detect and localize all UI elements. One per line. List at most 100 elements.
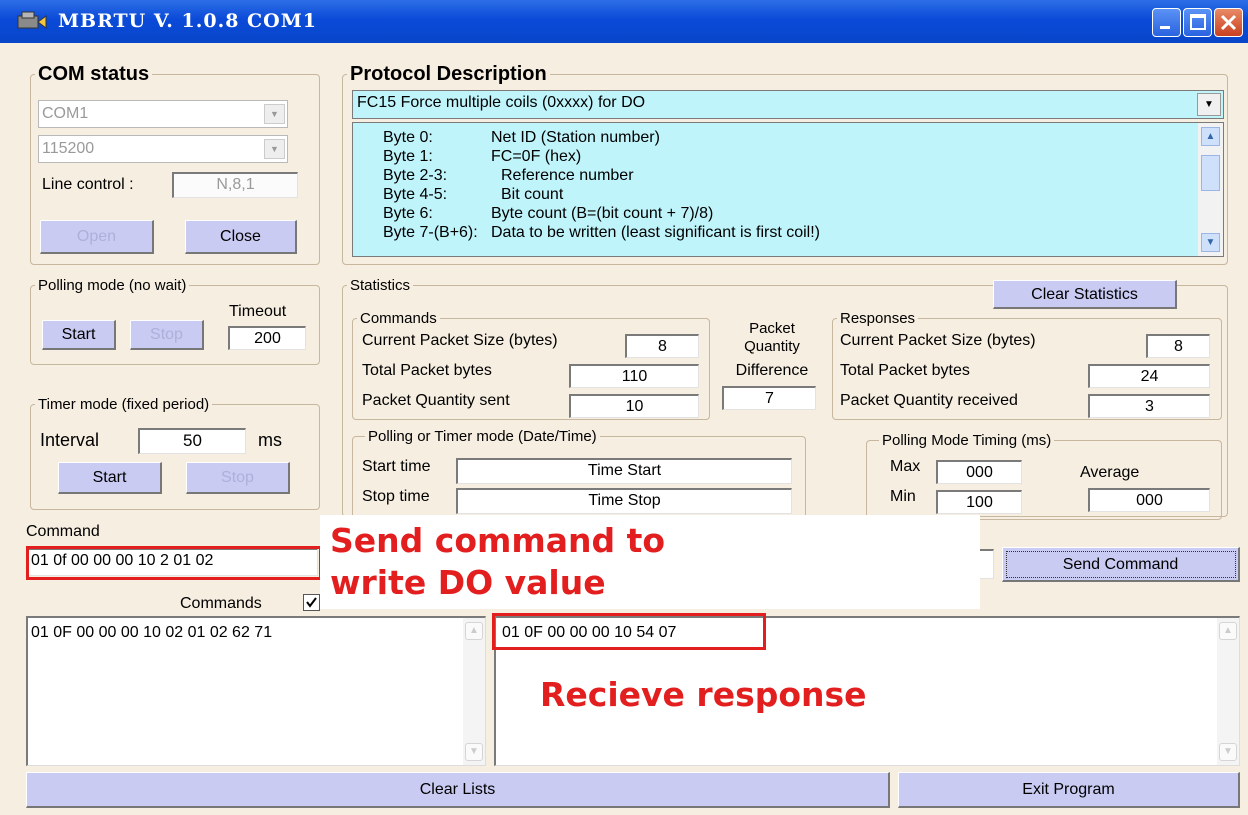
scroll-up-icon[interactable]: ▲ (1201, 127, 1220, 146)
receive-annotation: Recieve response (540, 675, 867, 714)
maximize-button[interactable] (1183, 8, 1212, 37)
stop-time-value: Time Stop (456, 488, 792, 514)
protocol-line-byte: Byte 6: (383, 205, 433, 222)
stop-time-label: Stop time (362, 488, 430, 505)
difference-line1: Packet (749, 320, 795, 337)
datetime-legend: Polling or Timer mode (Date/Time) (368, 428, 597, 445)
scroll-down-icon[interactable]: ▼ (1201, 233, 1220, 252)
title-bar[interactable]: MBRTU V. 1.0.8 COM1 (0, 0, 1248, 43)
timing-max-value: 000 (936, 460, 1022, 484)
protocol-line-desc: FC=0F (hex) (491, 148, 582, 165)
protocol-legend: Protocol Description (350, 63, 547, 85)
timer-stop-button[interactable]: Stop (186, 462, 290, 494)
polling-timing-legend: Polling Mode Timing (ms) (882, 432, 1052, 449)
polling-start-button[interactable]: Start (42, 320, 116, 350)
com-port-value: COM1 (42, 105, 89, 122)
command-label: Command (26, 523, 100, 540)
timing-min-label: Min (890, 488, 916, 505)
interval-label: Interval (40, 430, 100, 450)
protocol-line-byte: Byte 1: (383, 148, 433, 165)
difference-value: 7 (722, 386, 816, 410)
difference-line2: Quantity (744, 338, 800, 355)
protocol-line-byte: Byte 4-5: (383, 186, 448, 203)
protocol-description-text[interactable]: Byte 0: Net ID (Station number) Byte 1: … (352, 122, 1224, 257)
resp-current-size-label: Current Packet Size (bytes) (840, 332, 1036, 349)
send-annotation-line1: Send command to (330, 521, 666, 560)
cmd-current-size-value: 8 (625, 334, 699, 358)
commands-list-scrollbar[interactable]: ▲ ▼ (463, 618, 485, 765)
start-time-value: Time Start (456, 458, 792, 484)
timer-start-button[interactable]: Start (58, 462, 162, 494)
chevron-down-icon: ▼ (1197, 93, 1221, 116)
commands-list[interactable]: 01 0F 00 00 00 10 02 01 02 62 71 ▲ ▼ (26, 616, 486, 766)
annotation-panel: Send command to write DO value (320, 515, 980, 609)
resp-total-bytes-label: Total Packet bytes (840, 362, 970, 379)
statistics-legend: Statistics (350, 277, 411, 294)
close-window-button[interactable] (1214, 8, 1243, 37)
maximize-icon (1190, 14, 1206, 30)
close-button[interactable]: Close (185, 220, 297, 254)
cmd-qty-value: 10 (569, 394, 699, 418)
chevron-down-icon: ▼ (264, 104, 285, 124)
commands-checkbox[interactable] (303, 594, 320, 611)
protocol-line-byte: Byte 7-(B+6): (383, 224, 478, 241)
minimize-icon (1160, 26, 1170, 29)
protocol-line-desc: Net ID (Station number) (491, 129, 660, 146)
protocol-line-desc: Data to be written (least significant is… (491, 224, 821, 241)
scroll-up-icon[interactable]: ▲ (1219, 622, 1237, 640)
polling-mode-legend: Polling mode (no wait) (38, 277, 187, 294)
timeout-label: Timeout (229, 303, 287, 320)
protocol-function-select[interactable]: FC15 Force multiple coils (0xxxx) for DO… (352, 90, 1224, 119)
com-port-select[interactable]: COM1 ▼ (38, 100, 288, 128)
checkmark-icon (306, 597, 317, 608)
resp-qty-value: 3 (1088, 394, 1210, 418)
interval-input[interactable]: 50 (138, 428, 246, 454)
timeout-input[interactable]: 200 (228, 326, 306, 350)
protocol-scrollbar[interactable]: ▲ ▼ (1198, 123, 1223, 256)
window-title: MBRTU V. 1.0.8 COM1 (58, 10, 317, 32)
protocol-line-desc: Reference number (501, 167, 634, 184)
timing-avg-label: Average (1080, 464, 1140, 481)
clear-statistics-button[interactable]: Clear Statistics (993, 280, 1177, 309)
protocol-line-byte: Byte 2-3: (383, 167, 448, 184)
difference-line3: Difference (735, 362, 809, 379)
timer-mode-legend: Timer mode (fixed period) (38, 396, 210, 413)
cmd-total-bytes-value: 110 (569, 364, 699, 388)
interval-unit: ms (258, 430, 282, 450)
polling-stop-button[interactable]: Stop (130, 320, 204, 350)
cmd-total-bytes-label: Total Packet bytes (362, 362, 492, 379)
protocol-line-byte: Byte 0: (383, 129, 433, 146)
protocol-line-desc: Byte count (B=(bit count + 7)/8) (491, 205, 714, 222)
close-icon (1220, 14, 1237, 31)
list-item[interactable]: 01 0F 00 00 00 10 02 01 02 62 71 (31, 624, 272, 642)
main-window: MBRTU V. 1.0.8 COM1 COM status COM1 ▼ 11… (0, 0, 1248, 815)
protocol-selected-value: FC15 Force multiple coils (0xxxx) for DO (357, 94, 646, 111)
app-icon (17, 11, 47, 29)
timing-min-value: 100 (936, 490, 1022, 514)
responses-stats-legend: Responses (840, 310, 916, 327)
start-time-label: Start time (362, 458, 431, 475)
baud-rate-value: 115200 (42, 140, 95, 157)
resp-current-size-value: 8 (1146, 334, 1210, 358)
open-button[interactable]: Open (40, 220, 154, 254)
scroll-up-icon[interactable]: ▲ (465, 622, 483, 640)
resp-qty-label: Packet Quantity received (840, 392, 1018, 409)
scroll-thumb[interactable] (1201, 155, 1220, 191)
commands-list-label: Commands (180, 595, 262, 612)
timing-max-label: Max (890, 458, 921, 475)
cmd-current-size-label: Current Packet Size (bytes) (362, 332, 558, 349)
clear-lists-button[interactable]: Clear Lists (26, 772, 890, 808)
baud-rate-select[interactable]: 115200 ▼ (38, 135, 288, 163)
com-status-legend: COM status (38, 63, 150, 85)
exit-program-button[interactable]: Exit Program (898, 772, 1240, 808)
send-annotation-line2: write DO value (330, 563, 606, 602)
minimize-button[interactable] (1152, 8, 1181, 37)
command-highlight-box (26, 546, 322, 580)
scroll-down-icon[interactable]: ▼ (1219, 743, 1237, 761)
scroll-down-icon[interactable]: ▼ (465, 743, 483, 761)
protocol-line-desc: Bit count (501, 186, 564, 203)
chevron-down-icon: ▼ (264, 139, 285, 159)
responses-list-scrollbar[interactable]: ▲ ▼ (1217, 618, 1239, 765)
send-command-button[interactable]: Send Command (1002, 547, 1240, 582)
response-highlight-box (492, 613, 766, 650)
